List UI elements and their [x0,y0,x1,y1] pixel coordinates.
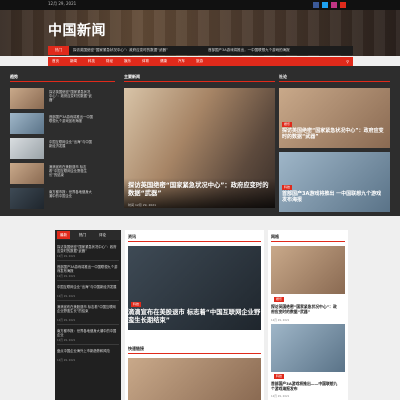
nav-item-tech[interactable]: 科技 [88,59,95,64]
news-ticker: 热门 探访英国绝密“国家紧急状况中心”：政府应变时的数据“武器” 首部国产3A游… [48,46,353,55]
facebook-icon[interactable] [313,2,319,8]
ticker-item[interactable]: 首部国产3A游戏将推出，一中国联想九个游戏的海报 [208,48,290,53]
trending-item[interactable]: 首部国产3A游戏将推出一中国联想九个游戏宣布海报 [49,115,93,127]
nav-item-entertainment[interactable]: 娱乐 [124,59,131,64]
nav-item-finance[interactable]: 财经 [106,59,113,64]
list-item-meta: 12月 29, 2021 [57,255,76,258]
date-label: 12月 29, 2021 [48,1,77,6]
section-divider [128,353,261,354]
section-title-quick: 快速链接 [128,346,144,351]
featured-meta: 时间 12月 29, 2021 [128,203,157,207]
divider [57,260,119,261]
list-item[interactable]: 滴滴宣布在美股退市 标志着“中国互联网企业野蛮生长”的结束 [57,305,119,313]
article-image[interactable] [271,246,345,294]
article-thumbnail[interactable] [10,163,44,184]
section-divider [128,241,261,242]
nav-item-travel[interactable]: 旅游 [196,59,203,64]
list-item-meta: 12月 29, 2021 [57,275,76,278]
category-tag[interactable]: 科技 [274,374,285,379]
divider [57,344,119,345]
nav-item-auto[interactable]: 汽车 [178,59,185,64]
editorial-title[interactable]: 首部国产3A游戏将推出 一中国联想九个游戏发布海报 [282,191,386,203]
youtube-icon[interactable] [340,2,346,8]
list-item-meta: 12月 29, 2021 [57,339,76,342]
article-thumbnail[interactable] [10,188,44,209]
nav-item-sports[interactable]: 体育 [142,59,149,64]
tab-popular[interactable]: 热门 [79,233,86,238]
twitter-icon[interactable] [322,2,328,8]
category-tag[interactable]: 娱乐 [274,297,285,302]
nav-item-news[interactable]: 新闻 [70,59,77,64]
list-item[interactable]: 盘点中国企业海外上市新趋势和风险 [57,349,119,353]
list-item[interactable]: 南方都市报：世界各地健身大潮中的中国企业 [57,329,119,337]
category-tag[interactable]: 科技 [282,185,293,190]
instagram-icon[interactable] [331,2,337,8]
article-meta: 12月 29, 2021 [271,319,290,322]
tab-bar: 最新 热门 评论 [55,230,121,240]
article-image[interactable] [128,358,261,400]
section-divider [271,241,345,242]
trending-item[interactable]: 滴滴宣布在美股退市 标志着“中国互联网企业野蛮生长”的结束 [49,165,93,177]
section-title-trending: 趋势 [10,74,18,79]
ticker-item[interactable]: 探访英国绝密“国家紧急状况中心”：政府应变时的数据“武器” [73,48,168,53]
article-title[interactable]: 首部国产3A游戏将推出——中国联想九个游戏海报发布 [271,381,339,391]
section-divider [10,81,115,82]
section-title-grid: 网格 [271,234,279,239]
list-item-meta: 12月 29, 2021 [57,359,76,362]
nav-item-health[interactable]: 健康 [160,59,167,64]
list-item[interactable]: 首部国产3A游戏将推出一中国联想九个游戏发布海报 [57,265,119,273]
section-title-main-news: 主要新闻 [124,74,140,79]
article-thumbnail[interactable] [10,113,44,134]
category-tag[interactable]: 科技 [131,302,142,307]
article-meta: 12月 29, 2021 [271,395,290,398]
category-tag[interactable]: 娱乐 [282,122,293,127]
section-divider [124,81,275,82]
trending-item[interactable]: 探访英国绝密“国家紧急状况中心”：政府应变时的数据“武器” [49,90,93,102]
trending-item[interactable]: 中国互联网企业“出海”与中国新经济发展 [49,140,93,152]
site-logo[interactable]: 中国新闻 [48,20,106,40]
divider [57,300,119,301]
divider [57,280,119,281]
section-title-editorial: 社论 [279,74,287,79]
featured-title[interactable]: 探访英国绝密“国家紧急状况中心”：政府应变时的数据“武器” [128,182,270,198]
nav-item-home[interactable]: 首页 [52,59,59,64]
section-title-news: 资讯 [128,234,136,239]
article-title[interactable]: 滴滴宣布在美股退市 标志着“中国互联网企业野蛮生长期结束” [128,309,264,325]
editorial-image[interactable] [279,152,390,212]
list-item[interactable]: 中国互联网企业“出海”与中国新经济发展 [57,285,119,289]
tab-comments[interactable]: 评论 [99,233,106,238]
article-thumbnail[interactable] [10,138,44,159]
article-thumbnail[interactable] [10,88,44,109]
list-item-meta: 12月 29, 2021 [57,295,76,298]
section-divider [279,81,390,82]
article-title[interactable]: 探访英国绝密“国家紧急状况中心”：政府应变时的数据“武器” [271,304,339,314]
trending-item[interactable]: 南方都市报：世界各地健身大潮中的中国企业 [49,190,93,202]
divider [57,324,119,325]
main-nav: 首页 新闻 科技 财经 娱乐 体育 健康 汽车 旅游 ⚲ [48,57,353,66]
ticker-label: 热门 [48,46,69,55]
search-icon[interactable]: ⚲ [346,59,349,64]
list-item-meta: 12月 29, 2021 [57,319,76,322]
article-image[interactable] [271,324,345,372]
tab-latest[interactable]: 最新 [57,231,70,239]
editorial-title[interactable]: 探访英国绝密“国家紧急状况中心”：政府应变时的数据“武器” [282,128,386,140]
list-item[interactable]: 探访英国绝密“国家紧急状况中心”：政府应变时的数据“武器” [57,245,119,253]
